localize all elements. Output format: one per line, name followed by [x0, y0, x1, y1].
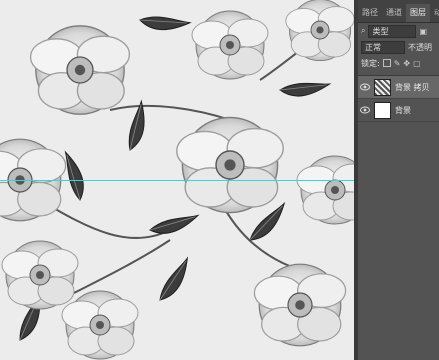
- tab-layers[interactable]: 图层: [406, 4, 430, 22]
- lock-paint-icon[interactable]: ✎: [394, 59, 401, 68]
- lock-artboard-icon[interactable]: ▢: [413, 59, 421, 68]
- lock-label: 锁定:: [361, 58, 380, 68]
- tab-actions[interactable]: 动作: [430, 4, 439, 22]
- eye-icon[interactable]: [360, 82, 370, 92]
- eye-icon[interactable]: [360, 105, 370, 115]
- search-icon: ⌕: [361, 26, 366, 35]
- layer-name[interactable]: 背景: [395, 105, 411, 116]
- layer-row[interactable]: 背景 拷贝: [358, 76, 439, 99]
- tab-channels[interactable]: 通道: [382, 4, 406, 22]
- image-filter-icon[interactable]: ▣: [419, 27, 427, 36]
- document-canvas[interactable]: [0, 0, 354, 360]
- layers-list: 背景 拷贝 背景: [358, 75, 439, 122]
- layer-thumbnail: [374, 101, 391, 119]
- blend-mode-select[interactable]: 正常: [361, 40, 405, 54]
- layer-thumbnail: [374, 78, 391, 96]
- horizontal-guide[interactable]: [0, 180, 354, 181]
- layers-panel: 路径 通道 图层 动作 ⌕ 类型 ▣ 正常 不透明 锁定: ✎ ✥ ▢ 背景 拷…: [358, 0, 439, 360]
- layer-name[interactable]: 背景 拷贝: [395, 82, 430, 93]
- filter-row: ⌕ 类型 ▣: [358, 23, 439, 39]
- lock-row: 锁定: ✎ ✥ ▢: [358, 55, 439, 71]
- blend-row: 正常 不透明: [358, 39, 439, 55]
- tab-paths[interactable]: 路径: [358, 4, 382, 22]
- panel-tabs: 路径 通道 图层 动作: [358, 0, 439, 23]
- layer-kind-filter[interactable]: 类型: [368, 24, 417, 38]
- lock-position-icon[interactable]: ✥: [403, 59, 410, 68]
- lock-transparent-icon[interactable]: [382, 59, 391, 67]
- opacity-label: 不透明: [408, 42, 432, 52]
- layer-row[interactable]: 背景: [358, 99, 439, 122]
